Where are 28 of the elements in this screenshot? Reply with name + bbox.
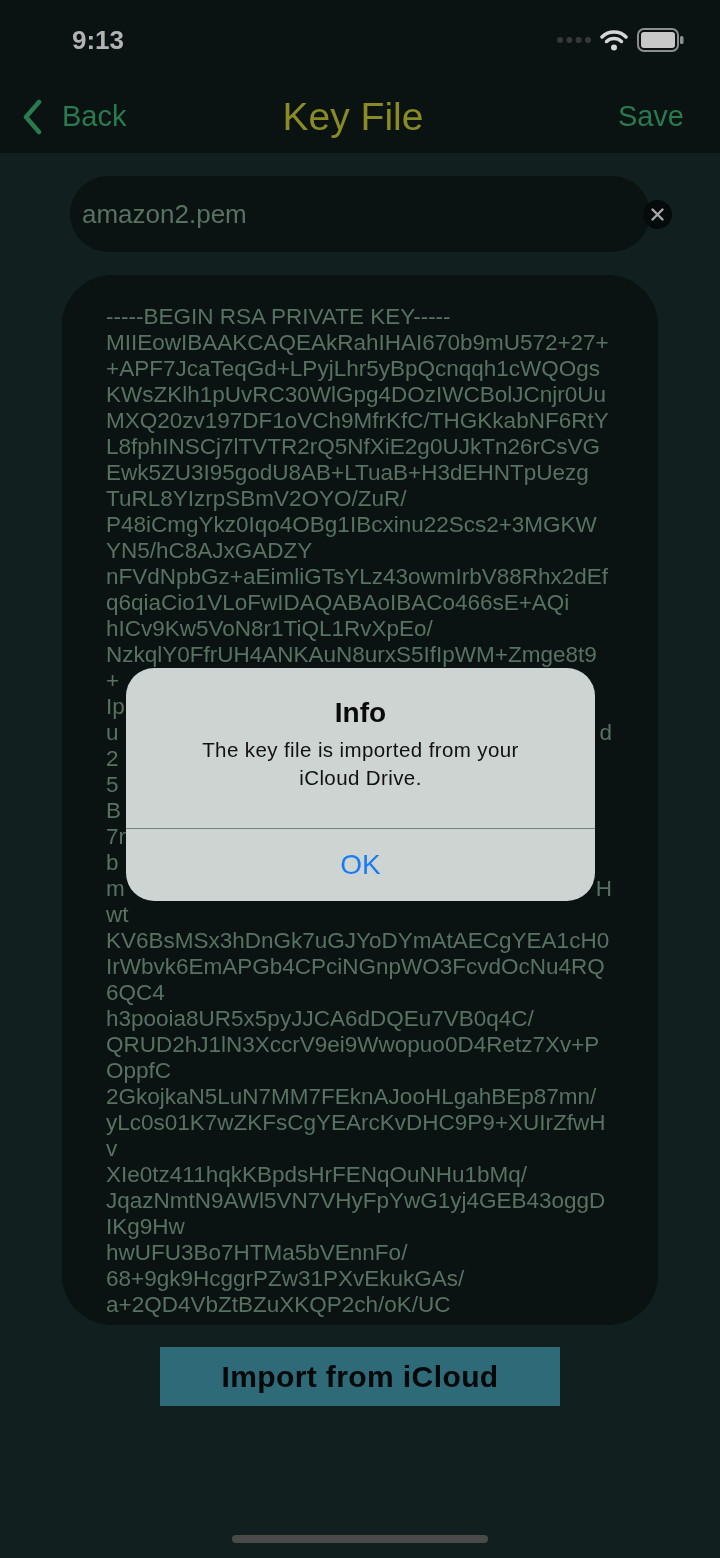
chevron-left-icon — [22, 98, 42, 135]
key-text-fragment: b — [106, 850, 119, 876]
key-text: -----BEGIN RSA PRIVATE KEY----- MIIEowIBAAKCAQEAkRahIHAI670b9mU572+27+ +APF7JcaTeqGd+LPyjLhr5yBpQcnqqh1cWQOgs KWsZKlh1pUvRC30WlGpg4DOzIWCBolJCnjr0Uu MXQ20zv197DF1oVCh9MfrKfC/THGKkabNF6RtY L8fphINSCj7lTVTR2rQ5NfXiE2g0UJkTn26rCsVG Ewk5ZU3I95godU8AB+LTuaB+H3dEHNTpUezg TuRL8YIzrpSBmV2OYO/ZuR/ P48iCmgYkz0Iqo4OBg1IBcxinu22Scs2+3MGKW YN5/hC8AJxGADZY nFVdNpbGz+aEimliGTsYLz43owmIrbV88Rhx2dEf q6qiaCio1VLoFwIDAQABAoIBACo466sE+AQi hICv9Kw5VoN8r1TiQL1RvXpEo/ NzkqlY0FfrUH4ANKAuN8urxS5IfIpWM+Zmge8t9 — [106, 304, 610, 668]
key-text: wt KV6BsMSx3hDnGk7uGJYoDYmAtAECgYEA1cH0 IrWbvk6EmAPGb4CPciNGnpWO3FcvdOcNu4RQ 6QC4 h3pooia8UR5x5pyJJCA6dDQEu7VB0q4C/ QRUD2hJ1lN3XccrV9ei9Wwopuo0D4Retz7Xv+P OppfC 2GkojkaN5LuN7MM7FEknAJooHLgahBEp87mn/ yLc0s01K7wZKFsCgYEArcKvDHC9P9+XUIrZfwH v XIe0tz411hqkKBpdsHrFENqOuNHu1bMq/ JqazNmtN9AWl5VN7VHyFpYwG1yj4GEB43oggD IKg9Hw hwUFU3Bo7HTMa5bVEnnFo/ 68+9gk9HcggrPZw31PXvEkukGAs/ a+2QD4VbZtBZuXKQP2ch/oK/UC — [106, 902, 611, 1318]
alert-message: The key file is imported from your iCloud Drive. — [201, 737, 520, 791]
ok-button[interactable]: OK — [126, 829, 595, 901]
key-text-fragment: 5 — [106, 772, 119, 798]
key-text-fragment: u — [106, 720, 119, 746]
file-name-field[interactable]: amazon2.pem — [70, 176, 650, 252]
key-text-fragment: d — [599, 720, 612, 746]
key-text-fragment: m — [106, 876, 125, 902]
key-text-fragment: H — [595, 876, 612, 902]
battery-icon — [637, 28, 684, 52]
screen-title: Key File — [282, 94, 424, 139]
import-button[interactable]: Import from iCloud — [160, 1347, 560, 1406]
wifi-icon — [600, 29, 628, 51]
alert-title: Info — [334, 696, 387, 730]
key-text-fragment: B — [106, 798, 121, 824]
signal-icon — [557, 37, 591, 43]
back-button[interactable]: Back — [22, 98, 127, 135]
key-text-fragment: 7r — [106, 824, 126, 850]
clear-button[interactable] — [643, 199, 672, 229]
close-icon — [651, 207, 664, 221]
save-button[interactable]: Save — [617, 100, 684, 133]
status-time: 9:13 — [72, 24, 125, 56]
key-text-fragment: 2 — [106, 746, 119, 772]
key-text-fragment: + — [106, 668, 120, 694]
key-text-fragment: Ip — [106, 694, 125, 720]
